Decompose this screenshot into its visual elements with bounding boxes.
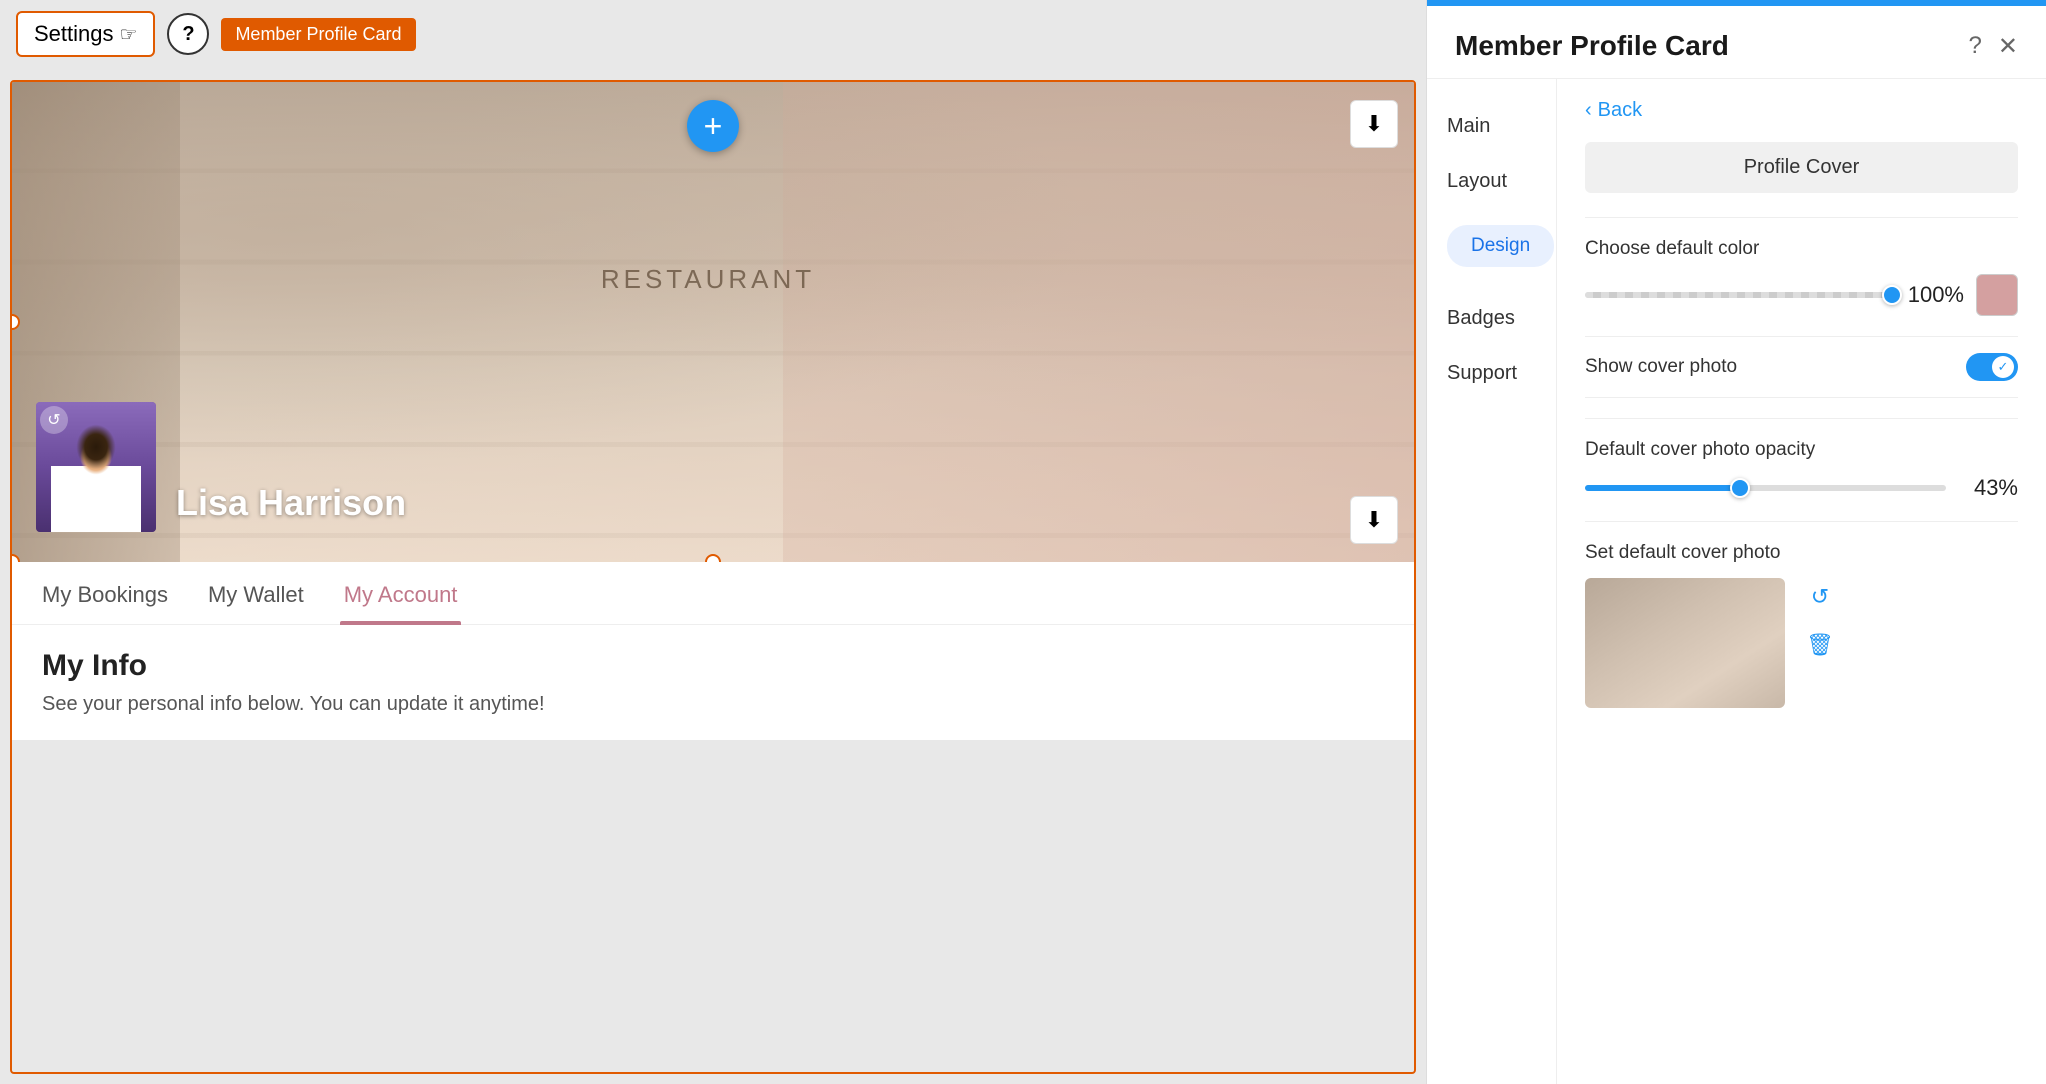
nav-layout-label: Layout: [1447, 170, 1507, 192]
color-slider-fill: [1585, 292, 1892, 298]
color-slider-track[interactable]: [1585, 292, 1892, 298]
panel-content: Main Layout Design Badges Support ‹ Back: [1427, 79, 2046, 1084]
tabs-row: My Bookings My Wallet My Account: [12, 562, 1414, 625]
badge-text: Member Profile Card: [235, 24, 401, 44]
avatar-image: ↺: [36, 402, 156, 532]
avatar-area: ↺ Lisa Harrison: [36, 402, 406, 532]
upload-button-bottom[interactable]: ⬇: [1350, 496, 1398, 544]
cover-thumb-actions: ↺ 🗑: [1801, 578, 1839, 664]
opacity-percent: 43%: [1958, 475, 2018, 501]
tab-my-account[interactable]: My Account: [344, 582, 458, 624]
canvas-area: Settings ☞ ? Member Profile Card RESTAUR…: [0, 0, 1426, 1084]
help-button[interactable]: ?: [167, 13, 209, 55]
nav-support[interactable]: Support: [1427, 350, 1556, 397]
panel-title: Member Profile Card: [1455, 30, 1729, 62]
opacity-label: Default cover photo opacity: [1585, 439, 2018, 461]
set-cover-photo-section: Set default cover photo ↺ 🗑: [1585, 542, 2018, 708]
nav-main[interactable]: Main: [1427, 103, 1556, 150]
color-swatch[interactable]: [1976, 274, 2018, 316]
restaurant-sign: RESTAURANT: [601, 264, 815, 295]
opacity-section: Default cover photo opacity 43%: [1585, 418, 2018, 522]
member-profile-badge: Member Profile Card: [221, 18, 415, 51]
show-cover-row: Show cover photo: [1585, 336, 2018, 398]
opacity-fill: [1585, 485, 1740, 491]
delete-cover-button[interactable]: 🗑: [1801, 626, 1839, 664]
opacity-thumb[interactable]: [1730, 478, 1750, 498]
top-toolbar: Settings ☞ ? Member Profile Card: [0, 0, 1426, 68]
tab-my-wallet[interactable]: My Wallet: [208, 582, 304, 624]
profile-body: My Bookings My Wallet My Account My Info…: [12, 562, 1414, 740]
panel-close-icon: ✕: [1998, 33, 2018, 60]
person-silhouette: [51, 422, 141, 532]
user-name: Lisa Harrison: [176, 482, 406, 524]
nav-design[interactable]: Design: [1427, 213, 1556, 287]
refresh-cover-button[interactable]: ↺: [1801, 578, 1839, 616]
panel-header: Member Profile Card ? ✕: [1427, 6, 2046, 79]
nav-badges[interactable]: Badges: [1427, 295, 1556, 342]
nav-support-label: Support: [1447, 362, 1517, 384]
my-info-subtitle: See your personal info below. You can up…: [42, 693, 1384, 716]
show-cover-label: Show cover photo: [1585, 356, 1737, 378]
cover-photo-area: RESTAURANT + ⬇ ↺ Lisa Harrison ⬇: [12, 82, 1414, 562]
section-heading: Profile Cover: [1585, 142, 2018, 193]
refresh-icon: ↺: [1811, 584, 1829, 610]
tab-my-bookings[interactable]: My Bookings: [42, 582, 168, 624]
panel-settings: ‹ Back Profile Cover Choose default colo…: [1557, 79, 2046, 1084]
nav-layout[interactable]: Layout: [1427, 158, 1556, 205]
delete-icon: 🗑: [1806, 632, 1834, 658]
color-slider-thumb[interactable]: [1882, 285, 1902, 305]
opacity-row: 43%: [1585, 475, 2018, 522]
upload-button-top[interactable]: ⬇: [1350, 100, 1398, 148]
set-cover-label: Set default cover photo: [1585, 542, 2018, 564]
panel-nav: Main Layout Design Badges Support: [1427, 79, 1557, 1084]
back-button[interactable]: ‹ Back: [1585, 99, 2018, 122]
tab-bookings-label: My Bookings: [42, 582, 168, 607]
color-label: Choose default color: [1585, 238, 2018, 260]
right-panel: Member Profile Card ? ✕ Main Layout Desi…: [1426, 0, 2046, 1084]
color-row: 100%: [1585, 274, 2018, 316]
panel-header-icons: ? ✕: [1969, 32, 2018, 61]
settings-label: Settings: [34, 21, 114, 47]
help-label: ?: [182, 23, 194, 46]
nav-design-label: Design: [1447, 225, 1554, 267]
cover-thumbnail-row: ↺ 🗑: [1585, 578, 2018, 708]
add-element-button[interactable]: +: [687, 100, 739, 152]
nav-main-label: Main: [1447, 115, 1490, 137]
tab-wallet-label: My Wallet: [208, 582, 304, 607]
nav-badges-label: Badges: [1447, 307, 1515, 329]
cursor-icon: ☞: [120, 22, 138, 47]
back-chevron-icon: ‹: [1585, 99, 1592, 122]
panel-close-button[interactable]: ✕: [1998, 32, 2018, 61]
color-percent: 100%: [1904, 282, 1964, 308]
color-section: Choose default color 100%: [1585, 217, 2018, 316]
cover-thumbnail-inner: [1585, 578, 1785, 708]
panel-help-icon: ?: [1969, 32, 1982, 59]
settings-button[interactable]: Settings ☞: [16, 11, 155, 57]
panel-help-button[interactable]: ?: [1969, 32, 1982, 60]
my-info-title: My Info: [42, 649, 1384, 683]
widget-container: RESTAURANT + ⬇ ↺ Lisa Harrison ⬇: [10, 80, 1416, 1074]
show-cover-toggle[interactable]: [1966, 353, 2018, 381]
tab-account-label: My Account: [344, 582, 458, 607]
opacity-track[interactable]: [1585, 485, 1946, 491]
back-label: Back: [1598, 99, 1642, 122]
cover-thumbnail[interactable]: [1585, 578, 1785, 708]
my-info-section: My Info See your personal info below. Yo…: [12, 625, 1414, 740]
